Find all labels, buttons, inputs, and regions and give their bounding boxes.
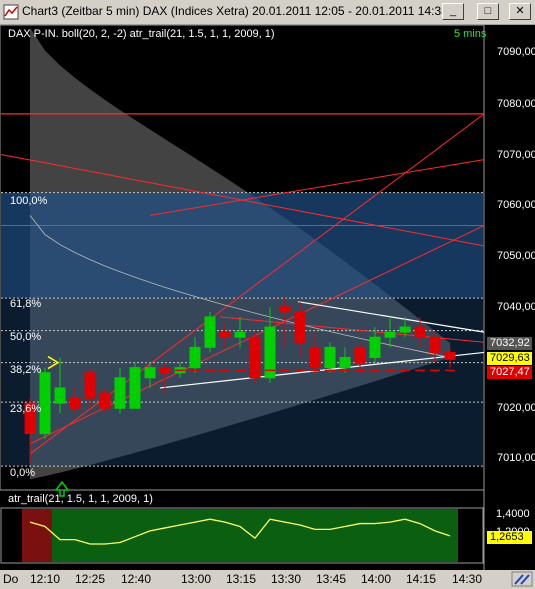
y-tick: 7020,00 [497, 402, 535, 414]
candle-body [369, 336, 381, 359]
y-tick: 7070,00 [497, 149, 535, 161]
candle-body [444, 351, 456, 360]
x-axis-label: 12:10 [30, 572, 61, 586]
upper-band-price-tag: 7032,92 [487, 337, 532, 350]
candle-body [144, 367, 156, 379]
candle-body [129, 367, 141, 409]
x-axis-label: 13:45 [316, 572, 347, 586]
x-axis-label: Do [3, 572, 19, 586]
candle-body [84, 372, 96, 399]
x-axis-label: 13:15 [226, 572, 257, 586]
fib-label-23-6: 23,6% [10, 403, 42, 415]
window-titlebar: Chart3 (Zeitbar 5 min) DAX (Indices Xetr… [0, 0, 535, 25]
candle-body [69, 397, 81, 409]
fib-zone-band [1, 192, 483, 299]
candle-body [294, 311, 306, 343]
candle-body [339, 357, 351, 369]
trail-price-tag: 7027,47 [487, 366, 532, 379]
candle-body [324, 346, 336, 369]
resize-grip-icon[interactable] [511, 571, 533, 587]
lower-pane-green-zone [22, 509, 458, 562]
lower-value-tag: 1,2653 [487, 531, 532, 544]
candle-body [189, 346, 201, 369]
candle-body [384, 331, 396, 338]
candle-body [354, 346, 366, 364]
y-tick: 7060,00 [497, 199, 535, 211]
y-tick: 7040,00 [497, 301, 535, 313]
y-tick: 7050,00 [497, 250, 535, 262]
close-button[interactable]: ✕ [509, 3, 531, 20]
lower-indicator-label: atr_trail(21, 1.5, 1, 1, 2009, 1) [8, 493, 153, 505]
y-tick: 7090,00 [497, 46, 535, 58]
candle-body [219, 331, 231, 338]
fib-label-50: 50,0% [10, 331, 42, 343]
x-axis-label: 12:25 [75, 572, 106, 586]
candle-body [99, 392, 111, 409]
candle-body [204, 316, 216, 348]
x-axis-label: 14:30 [452, 572, 483, 586]
candle-body [114, 377, 126, 409]
chart-app-icon [3, 4, 19, 20]
candle-body [39, 372, 51, 435]
candle-body [249, 336, 261, 379]
fib-label-100: 100,0% [10, 195, 48, 207]
x-axis-label: 13:00 [181, 572, 212, 586]
fib-zone-lower [1, 298, 483, 467]
x-axis-label: 14:00 [361, 572, 392, 586]
y-tick: 7080,00 [497, 98, 535, 110]
candle-body [279, 306, 291, 313]
minimize-button[interactable]: _ [442, 3, 464, 20]
y-tick: 7010,00 [497, 452, 535, 464]
main-indicator-label: DAX P-IN. boll(20, 2, -2) atr_trail(21, … [8, 28, 275, 40]
candle-body [399, 326, 411, 333]
x-axis-label: 13:30 [271, 572, 302, 586]
window-title: Chart3 (Zeitbar 5 min) DAX (Indices Xetr… [22, 4, 448, 18]
x-axis-label: 14:15 [406, 572, 437, 586]
candle-body [54, 387, 66, 404]
candle-body [234, 331, 246, 338]
maximize-button[interactable]: □ [477, 3, 499, 20]
lower-pane-red-zone [22, 509, 52, 562]
fib-label-38-2: 38,2% [10, 364, 42, 376]
interval-label: 5 mins [454, 28, 487, 40]
lower-y-tick: 1,4000 [496, 508, 530, 520]
candle-body [414, 326, 426, 338]
fib-label-61-8: 61,8% [10, 298, 42, 310]
x-axis-label: 12:40 [121, 572, 152, 586]
last-price-tag: 7029,63 [487, 352, 532, 365]
candle-body [429, 336, 441, 353]
fib-label-0: 0,0% [10, 467, 36, 479]
candle-body [309, 346, 321, 369]
